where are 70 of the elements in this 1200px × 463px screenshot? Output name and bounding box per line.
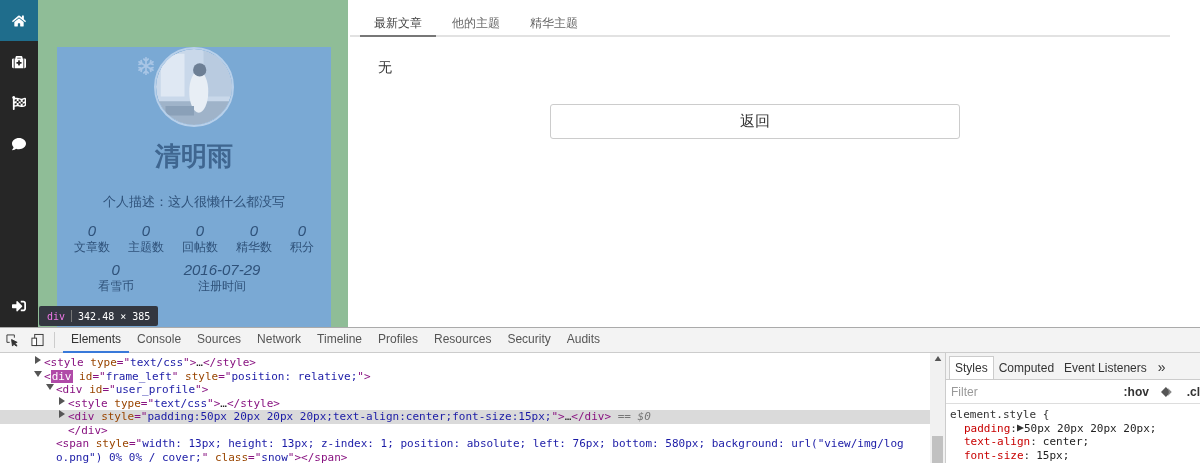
devtools-tab[interactable]: Audits [558,327,609,353]
css-colon: : [1010,421,1017,435]
stat-value: 0 [111,260,120,279]
expanded-triangle-icon[interactable] [46,383,54,391]
stat-label: 看雪币 [97,278,134,294]
back-button[interactable]: 返回 [550,104,960,139]
css-value[interactable]: 15px; [1036,448,1070,462]
stat-value: 2016-07-29 [183,260,261,279]
stat-value: 0 [297,221,307,240]
medkit-icon [12,54,26,69]
dom-node-line[interactable]: <div id="frame_left" style="position: relative;"> [44,369,371,383]
css-value[interactable]: center; [1042,435,1090,449]
inspect-tooltip: div 342.48 × 385 [39,306,159,326]
dom-node-line[interactable]: <div id="user_profile"> [56,383,209,397]
devtools-tab[interactable]: Network [249,327,310,353]
stat-label: 精华数 [236,239,272,255]
css-property[interactable]: text-align [964,435,1031,449]
stat-label: 文章数 [74,239,110,255]
dom-node-line[interactable]: <style type="text/css">…</style> [68,396,280,410]
dom-node-line[interactable]: <style type="text/css">…</style> [44,356,256,370]
tab[interactable]: 他的主题 [438,14,514,37]
stat-value: 0 [249,221,259,240]
snowflake-icon [137,57,155,75]
css-property[interactable]: padding [964,421,1011,435]
dom-node-line[interactable]: <span style="width: 13px; height: 13px; z-index: 1; position: absolute; left: 76px; bottom: 580px; background: url("view/img/logo.png") 0% 0% / cover;" class="snow"></span> [56,437,916,463]
scroll-up-arrow-icon[interactable] [933,356,942,361]
collapsed-triangle-icon[interactable] [58,410,66,418]
css-selector: element.style { [950,408,1051,422]
inspect-cursor-icon[interactable] [6,333,19,347]
stat-label: 主题数 [128,239,164,255]
devtools-tab[interactable]: Security [499,327,559,353]
checkered-flag-icon [12,95,26,110]
stat-label: 积分 [290,239,314,255]
stat-value: 0 [195,221,205,240]
devtools-tab[interactable]: Sources [189,327,250,353]
class-button[interactable]: .cl [1186,382,1200,401]
tab[interactable]: 精华主题 [516,14,592,37]
expand-triangle-icon[interactable] [1017,424,1024,433]
css-colon: : [1023,448,1031,462]
collapsed-triangle-icon[interactable] [58,396,66,405]
dom-node-line[interactable]: </div> [68,423,108,437]
styles-tab[interactable]: Styles [949,356,994,379]
scrollbar-thumb[interactable] [932,436,943,463]
filter-field[interactable]: Filter [951,382,1118,401]
empty-text: 无 [378,58,393,77]
hov-button[interactable]: :hov [1123,382,1149,401]
more-tabs-button[interactable]: » [1151,356,1172,379]
speech-bubble-icon [12,136,26,151]
devtools-tab[interactable]: Profiles [370,327,427,353]
device-mode-icon[interactable] [31,333,44,347]
expanded-triangle-icon[interactable] [34,369,42,378]
css-colon: : [1030,435,1037,449]
devtools-tab[interactable]: Elements [63,327,130,353]
user-description: 个人描述：这人很懒什么都没写 [103,193,285,211]
stat-label: 回帖数 [182,239,218,255]
sign-in-icon[interactable] [12,298,26,313]
css-value[interactable]: 50px 20px 20px 20px; [1024,421,1157,435]
styles-tab[interactable]: Event Listeners [1059,356,1152,379]
stat-label: 注册时间 [198,278,246,294]
user-name: 清明雨 [155,140,233,173]
collapsed-triangle-icon[interactable] [34,356,42,364]
stat-value: 0 [87,221,97,240]
tab[interactable]: 最新文章 [360,14,436,37]
devtools-tab[interactable]: Timeline [309,327,370,353]
devtools-tab[interactable]: Resources [426,327,500,353]
styles-tab[interactable]: Computed [993,356,1060,379]
stat-value: 0 [141,221,151,240]
css-property[interactable]: font-size [964,448,1024,462]
home-icon [12,13,26,28]
devtools-tab[interactable]: Console [129,327,190,353]
